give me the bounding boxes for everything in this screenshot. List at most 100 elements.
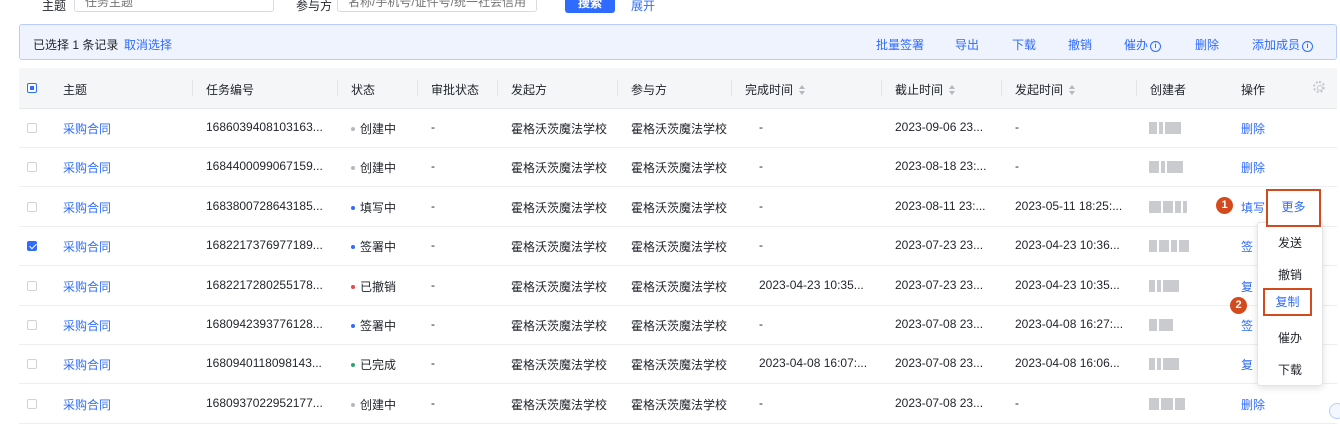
export-button[interactable]: 导出 xyxy=(955,36,979,53)
help-icon[interactable] xyxy=(1329,403,1340,419)
row-action-link[interactable]: 复 xyxy=(1241,356,1253,373)
column-divider xyxy=(1136,80,1137,96)
participant-search-input[interactable] xyxy=(337,0,537,12)
row-checkbox[interactable] xyxy=(27,241,37,252)
revoke-button[interactable]: 撤销 xyxy=(1068,36,1092,53)
row-checkbox[interactable] xyxy=(27,201,37,212)
menu-item-revoke[interactable]: 撤销 xyxy=(1258,266,1322,283)
row-deadline: 2023-07-08 23... xyxy=(895,395,984,410)
row-start-time: - xyxy=(1015,159,1019,174)
status-text: 签署中 xyxy=(360,319,397,333)
selection-count-text: 已选择 1 条记录 xyxy=(33,38,119,52)
row-subject-link[interactable]: 采购合同 xyxy=(63,278,111,295)
row-subject-link[interactable]: 采购合同 xyxy=(63,199,111,216)
more-button[interactable]: 更多 xyxy=(1266,189,1321,227)
row-subject-link[interactable]: 采购合同 xyxy=(63,120,111,137)
batch-sign-button[interactable]: 批量签署 xyxy=(876,36,924,53)
row-approval-status: - xyxy=(431,356,435,371)
row-task-id: 1680937022952177... xyxy=(206,395,323,410)
col-subject: 主题 xyxy=(63,83,88,97)
row-subject-link[interactable]: 采购合同 xyxy=(63,317,111,334)
row-checkbox[interactable] xyxy=(27,320,37,330)
add-member-button[interactable]: 添加成员 i xyxy=(1252,36,1314,53)
remind-button[interactable]: 催办 i xyxy=(1124,36,1162,53)
row-action-link[interactable]: 删除 xyxy=(1241,120,1265,137)
col-deadline-label: 截止时间 xyxy=(895,83,944,97)
row-start-time: 2023-04-23 10:35... xyxy=(1015,277,1120,292)
row-approval-status: - xyxy=(431,238,435,253)
status-text: 签署中 xyxy=(360,240,397,255)
download-button[interactable]: 下载 xyxy=(1012,36,1036,53)
status-dot-icon xyxy=(351,205,355,210)
menu-item-download[interactable]: 下载 xyxy=(1258,361,1322,378)
row-participant: 霍格沃茨魔法学校 xyxy=(631,200,728,215)
row-subject-link[interactable]: 采购合同 xyxy=(63,396,111,413)
status-text: 创建中 xyxy=(360,122,397,136)
row-status: 填写中 xyxy=(351,199,396,216)
column-divider xyxy=(337,80,338,96)
row-checkbox[interactable] xyxy=(27,162,37,173)
table-row[interactable]: 采购合同 1684400099067159... 创建中 - 霍格沃茨魔法学校 霍格沃茨魔… xyxy=(19,147,1337,188)
menu-item-send[interactable]: 发送 xyxy=(1258,234,1322,251)
row-subject-link[interactable]: 采购合同 xyxy=(63,159,111,176)
row-approval-status: - xyxy=(431,277,435,292)
table-row[interactable]: 采购合同 1680942393776128... 签署中 - 霍格沃茨魔法学校 霍格沃茨魔… xyxy=(19,305,1337,345)
row-participant: 霍格沃茨魔法学校 xyxy=(631,240,728,255)
expand-filters-link[interactable]: 展开 xyxy=(631,0,655,14)
row-start-time: 2023-04-08 16:06... xyxy=(1015,356,1120,371)
row-action-link[interactable]: 填写 xyxy=(1241,199,1265,216)
creator-redacted xyxy=(1149,397,1187,410)
col-completed-time[interactable]: 完成时间 xyxy=(745,81,806,98)
table-row[interactable]: 采购合同 1682217280255178... 已撤销 - 霍格沃茨魔法学校 霍格沃茨魔… xyxy=(19,266,1337,306)
row-deadline: 2023-08-18 23:... xyxy=(895,159,987,174)
col-deadline[interactable]: 截止时间 xyxy=(895,81,956,98)
selection-toolbar: 已选择 1 条记录 取消选择 批量签署 导出 下载 撤销 催办 i 删除 添加成员… xyxy=(19,24,1337,60)
status-text: 已完成 xyxy=(360,358,397,373)
col-start-time[interactable]: 发起时间 xyxy=(1015,81,1076,98)
row-task-id: 1683800728643185... xyxy=(206,198,323,213)
row-start-time: - xyxy=(1015,120,1019,134)
column-divider xyxy=(731,80,732,96)
add-member-label: 添加成员 xyxy=(1252,38,1301,52)
row-task-id: 1682217280255178... xyxy=(206,277,323,292)
table-row[interactable]: 采购合同 1682217376977189... 签署中 - 霍格沃茨魔法学校 霍格沃茨魔… xyxy=(19,226,1337,267)
col-initiator: 发起方 xyxy=(511,83,548,97)
col-status: 状态 xyxy=(351,83,376,97)
annotation-badge-2: 2 xyxy=(1230,297,1247,314)
row-status: 签署中 xyxy=(351,317,396,334)
menu-item-copy[interactable]: 复制 xyxy=(1263,288,1312,316)
row-action-link[interactable]: 签 xyxy=(1241,238,1253,255)
delete-button[interactable]: 删除 xyxy=(1195,36,1219,53)
row-approval-status: - xyxy=(431,159,435,174)
creator-redacted xyxy=(1149,240,1191,253)
search-button[interactable]: 搜索 xyxy=(565,0,615,13)
row-action-link[interactable]: 签 xyxy=(1241,317,1253,334)
status-text: 创建中 xyxy=(360,161,397,176)
row-subject-link[interactable]: 采购合同 xyxy=(63,356,111,373)
row-action-link[interactable]: 复 xyxy=(1241,278,1253,295)
sort-icon xyxy=(1069,85,1076,95)
table-row[interactable]: 采购合同 1680940118098143... 已完成 - 霍格沃茨魔法学校 霍格沃茨魔… xyxy=(19,344,1337,385)
table-row[interactable]: 采购合同 1680937022952177... 创建中 - 霍格沃茨魔法学校 霍格沃茨魔… xyxy=(19,384,1337,424)
column-settings-gear-icon[interactable] xyxy=(1313,81,1325,93)
row-checkbox[interactable] xyxy=(27,280,37,291)
row-checkbox[interactable] xyxy=(27,359,37,370)
row-checkbox[interactable] xyxy=(27,398,37,409)
row-checkbox[interactable] xyxy=(27,123,37,133)
row-approval-status: - xyxy=(431,395,435,410)
table-row[interactable]: 采购合同 1683800728643185... 填写中 - 霍格沃茨魔法学校 霍格沃茨魔… xyxy=(19,187,1337,227)
row-task-id: 1680940118098143... xyxy=(206,356,322,371)
col-creator: 创建者 xyxy=(1150,83,1187,97)
row-subject-link[interactable]: 采购合同 xyxy=(63,238,111,255)
menu-item-remind[interactable]: 催办 xyxy=(1258,329,1322,346)
row-action-link[interactable]: 删除 xyxy=(1241,159,1265,176)
cancel-selection-link[interactable]: 取消选择 xyxy=(124,36,172,53)
row-completed-time: - xyxy=(759,238,763,253)
subject-search-input[interactable] xyxy=(74,0,274,12)
filter-bar: 主题 参与方 搜索 展开 xyxy=(0,0,1340,14)
select-all-checkbox[interactable] xyxy=(27,83,37,93)
creator-redacted xyxy=(1149,358,1181,371)
row-action-link[interactable]: 删除 xyxy=(1241,396,1265,413)
row-task-id: 1684400099067159... xyxy=(206,159,323,174)
table-row[interactable]: 采购合同 1686039408103163... 创建中 - 霍格沃茨魔法学校 霍格沃茨魔… xyxy=(19,108,1337,148)
